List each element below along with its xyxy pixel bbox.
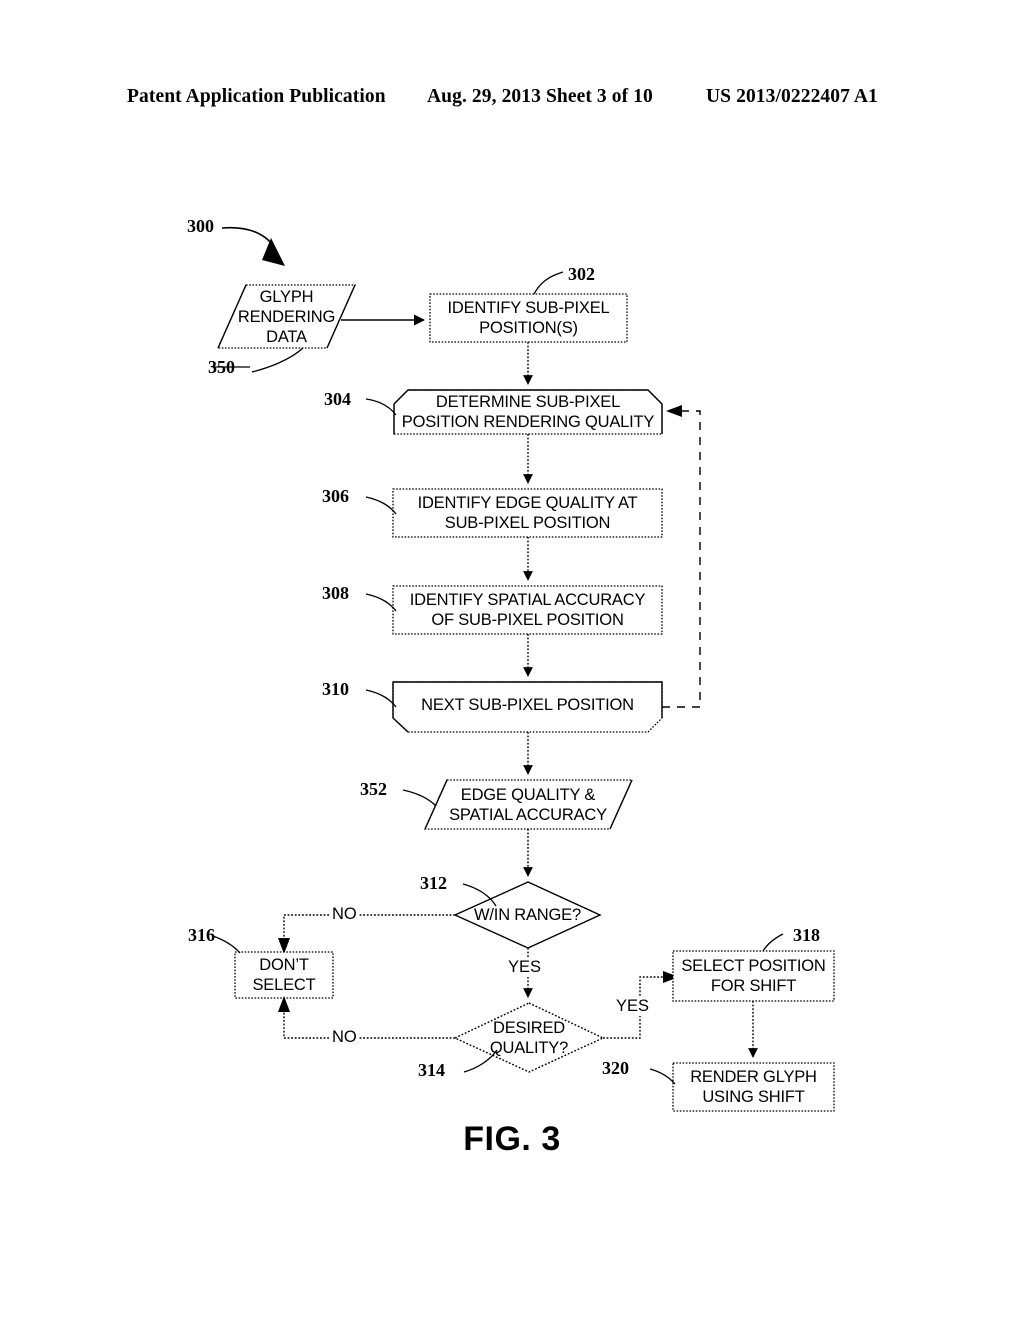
node-316-shape [234,951,334,999]
edge-label-range-no: NO [330,905,359,924]
ref-number-314: 314 [418,1060,445,1080]
edge-label-quality-yes: YES [614,997,652,1016]
edge-314-no [278,996,455,1039]
edge-label-quality-no: NO [330,1028,359,1047]
node-352-shape [423,779,634,830]
edge-label-range-yes: YES [506,958,544,977]
node-308-shape [392,585,663,635]
ref-number-352: 352 [360,779,387,799]
ref-number-316: 316 [188,925,215,945]
feedback-loop-edge [662,405,701,708]
node-306-shape [392,488,663,538]
flowchart-figure: 300 350 302 304 306 308 310 352 312 316 … [0,0,1024,1320]
node-350-shape [216,284,357,349]
ref-number-310: 310 [322,679,349,699]
ref-number-350: 350 [208,357,235,377]
node-314-shape [453,1002,605,1073]
ref-number-306: 306 [322,486,349,506]
node-312-shape [453,881,602,949]
node-320-shape [672,1062,835,1112]
ref-number-312: 312 [420,873,447,893]
node-310-shape [392,681,663,733]
ref-number-318: 318 [793,925,820,945]
node-304-shape [393,389,663,435]
node-302-shape [429,293,628,343]
ref-number-320: 320 [602,1058,629,1078]
node-318-shape [672,950,835,1002]
ref-number-308: 308 [322,583,349,603]
figure-caption: FIG. 3 [463,1120,561,1158]
ref-number-304: 304 [324,389,351,409]
ref-number-302: 302 [568,264,595,284]
ref-number-300: 300 [187,216,214,236]
diagram-ref-leader [221,226,285,266]
edge-312-no [278,914,455,954]
